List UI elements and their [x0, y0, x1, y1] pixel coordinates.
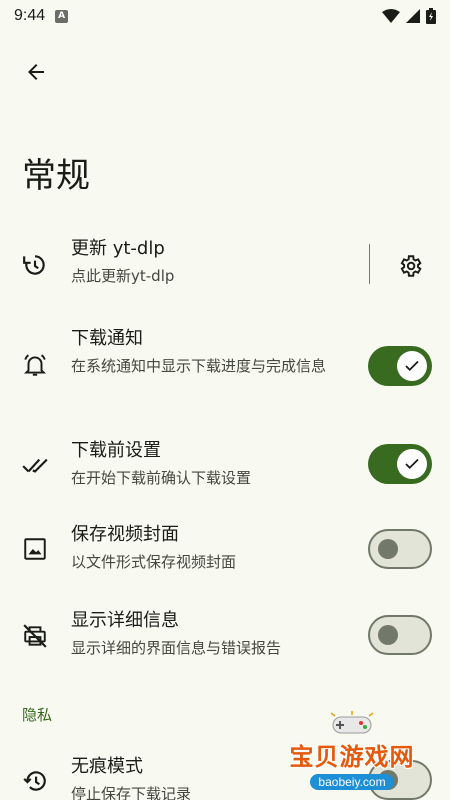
- wifi-icon: [382, 9, 400, 23]
- switch-thumb: [397, 449, 427, 479]
- detailed-info-switch[interactable]: [368, 615, 432, 655]
- download-notification-switch[interactable]: [368, 346, 432, 386]
- row-title: 更新 yt-dlp: [71, 238, 165, 259]
- row-title: 保存视频封面: [71, 524, 179, 545]
- watermark-logo: 宝贝游戏网 baobeiy.com: [272, 700, 432, 790]
- detailed-info-text: 显示详细信息 显示详细的界面信息与错误报告: [71, 608, 350, 660]
- gamepad-icon: [330, 711, 374, 734]
- switch-thumb: [378, 539, 398, 559]
- row-title: 显示详细信息: [71, 610, 179, 631]
- vertical-divider: [369, 244, 370, 284]
- pre-download-settings-switch[interactable]: [368, 444, 432, 484]
- switch-thumb: [397, 351, 427, 381]
- watermark-title: 宝贝游戏网: [289, 743, 415, 771]
- gear-icon: [400, 255, 422, 277]
- update-history-icon: [20, 250, 50, 280]
- done-all-icon: [20, 450, 50, 480]
- back-button[interactable]: [18, 54, 54, 90]
- alarm-bell-icon: [20, 350, 50, 380]
- update-ytdlp-text: 更新 yt-dlp 点此更新yt-dlp: [71, 236, 350, 288]
- check-icon: [405, 458, 419, 470]
- notification-a-icon: A: [55, 9, 69, 23]
- save-thumbnail-switch[interactable]: [368, 529, 432, 569]
- row-subtitle: 点此更新yt-dlp: [71, 267, 175, 285]
- signal-icon: [406, 9, 420, 23]
- image-icon: [20, 534, 50, 564]
- status-bar: 9:44 A: [0, 0, 450, 32]
- switch-thumb: [378, 625, 398, 645]
- pre-download-settings-text: 下载前设置 在开始下载前确认下载设置: [71, 438, 350, 490]
- row-subtitle: 显示详细的界面信息与错误报告: [71, 639, 282, 657]
- save-thumbnail-text: 保存视频封面 以文件形式保存视频封面: [71, 522, 350, 574]
- watermark-url: baobeiy.com: [310, 774, 394, 790]
- status-time: 9:44: [14, 7, 46, 24]
- update-ytdlp-row[interactable]: 更新 yt-dlp 点此更新yt-dlp: [0, 236, 450, 296]
- row-title: 下载通知: [71, 328, 143, 349]
- check-icon: [405, 360, 419, 372]
- history-icon: [20, 766, 50, 796]
- row-title: 下载前设置: [71, 440, 161, 461]
- print-disabled-icon: [20, 621, 50, 651]
- status-icons: [382, 8, 436, 24]
- page-title: 常规: [22, 156, 90, 196]
- privacy-section-header: 隐私: [22, 706, 53, 724]
- battery-icon: [426, 8, 436, 24]
- update-settings-button[interactable]: [394, 250, 426, 282]
- arrow-back-icon: [28, 64, 44, 80]
- row-subtitle: 以文件形式保存视频封面: [71, 553, 237, 571]
- download-notification-text: 下载通知 在系统通知中显示下载进度与完成信息: [71, 326, 350, 378]
- row-subtitle: 在开始下载前确认下载设置: [71, 469, 252, 487]
- row-subtitle: 在系统通知中显示下载进度与完成信息: [71, 357, 327, 375]
